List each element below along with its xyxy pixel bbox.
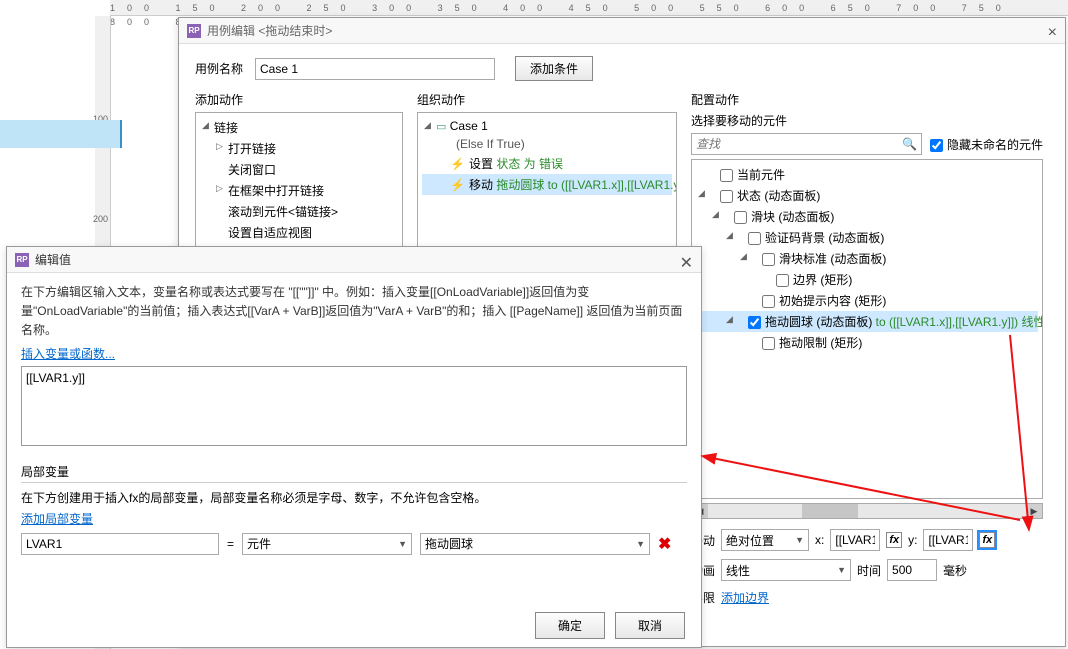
config-panel: 选择要移动的元件 🔍 隐藏未命名的元件 当前元件 ◢状态 (动态面板) ◢滑块 … [691, 112, 1043, 606]
org-action-header: 组织动作 [417, 91, 677, 108]
x-label: x: [815, 533, 824, 547]
fx-x-button[interactable]: fx [886, 532, 902, 548]
x-input[interactable] [830, 529, 880, 551]
insert-var-link[interactable]: 插入变量或函数... [21, 347, 115, 361]
dialog-title: 用例编辑 <拖动结束时> [207, 22, 332, 39]
local-var-help: 在下方创建用于插入fx的局部变量，局部变量名称必须是字母、数字，不允许包含空格。 [21, 489, 687, 506]
tree-slider[interactable]: ◢滑块 (动态面板) [696, 206, 1038, 227]
ruler-tick: 200 [93, 214, 108, 224]
tree-chk[interactable] [720, 169, 733, 182]
ruler-horizontal [110, 0, 1068, 16]
tree-init-hint[interactable]: 初始提示内容 (矩形) [696, 290, 1038, 311]
y-input[interactable] [923, 529, 973, 551]
widget-tree-hscroll[interactable]: ◀ ▶ [691, 503, 1043, 519]
scroll-right-icon[interactable]: ▶ [1026, 504, 1042, 518]
add-action-header: 添加动作 [195, 91, 403, 108]
org-action-panel: ◢▭ Case 1 (Else If True) ⚡设置 状态 为 错误 ⚡移动… [417, 112, 677, 260]
action-scroll-to[interactable]: 滚动到元件<锚链接> [200, 201, 398, 222]
local-var-header: 局部变量 [21, 463, 687, 480]
dialog-titlebar: RP 用例编辑 <拖动结束时> × [179, 18, 1065, 44]
action-group-link[interactable]: ◢链接 [200, 117, 398, 138]
close-icon[interactable]: × [1048, 24, 1057, 42]
tree-slider-std[interactable]: ◢滑块标准 (动态面板) [696, 248, 1038, 269]
action-set-adaptive[interactable]: 设置自适应视图 [200, 222, 398, 243]
org-condition: (Else If True) [422, 135, 672, 153]
org-action-move[interactable]: ⚡移动 拖动圆球 to ([[LVAR1.x]],[[LVAR1.y]]) 线性… [422, 174, 672, 195]
tree-chk[interactable] [748, 232, 761, 245]
tree-chk[interactable] [748, 316, 761, 329]
app-icon: RP [187, 24, 201, 38]
tree-chk[interactable] [762, 295, 775, 308]
local-var-target-select[interactable]: 拖动圆球▼ [420, 533, 650, 555]
tree-bg[interactable]: ◢验证码背景 (动态面板) [696, 227, 1038, 248]
anim-type-select[interactable]: 线性▼ [721, 559, 851, 581]
ok-button[interactable]: 确定 [535, 612, 605, 639]
tree-chk[interactable] [720, 190, 733, 203]
time-label: 时间 [857, 562, 881, 579]
tree-chk[interactable] [734, 211, 747, 224]
add-boundary-link[interactable]: 添加边界 [721, 589, 769, 606]
add-action-panel: ◢链接 ▷打开链接 关闭窗口 ▷在框架中打开链接 滚动到元件<锚链接> 设置自适… [195, 112, 403, 260]
cancel-button[interactable]: 取消 [615, 612, 685, 639]
local-var-name-input[interactable] [21, 533, 219, 555]
search-icon: 🔍 [898, 137, 921, 151]
tree-current[interactable]: 当前元件 [696, 164, 1038, 185]
tree-chk[interactable] [762, 337, 775, 350]
edit-value-help: 在下方编辑区输入文本，变量名称或表达式要写在 "[[""]]" 中。例如：插入变… [21, 283, 687, 341]
case-name-input[interactable] [255, 58, 495, 80]
dialog-titlebar: RP 编辑值 ✕ [7, 247, 701, 273]
org-case[interactable]: ◢▭ Case 1 [422, 117, 672, 135]
close-icon[interactable]: ✕ [680, 253, 693, 273]
edit-value-dialog: RP 编辑值 ✕ 在下方编辑区输入文本，变量名称或表达式要写在 "[[""]]"… [6, 246, 702, 648]
action-open-link[interactable]: ▷打开链接 [200, 138, 398, 159]
tree-chk[interactable] [762, 253, 775, 266]
add-condition-button[interactable]: 添加条件 [515, 56, 593, 81]
hide-unnamed-label[interactable]: 隐藏未命名的元件 [930, 136, 1043, 153]
action-close-window[interactable]: 关闭窗口 [200, 159, 398, 180]
widget-search-input[interactable] [692, 137, 898, 151]
y-label: y: [908, 533, 917, 547]
case-name-label: 用例名称 [195, 60, 255, 77]
local-var-type-select[interactable]: 元件▼ [242, 533, 412, 555]
tree-drag-ball[interactable]: ◢拖动圆球 (动态面板) to ([[LVAR1.x]],[[LVAR1.y]]… [696, 311, 1038, 332]
org-action-set[interactable]: ⚡设置 状态 为 错误 [422, 153, 672, 174]
add-local-var-link[interactable]: 添加局部变量 [21, 512, 93, 526]
action-open-in-frame[interactable]: ▷在框架中打开链接 [200, 180, 398, 201]
widget-search[interactable]: 🔍 [691, 133, 922, 155]
dialog-title: 编辑值 [35, 251, 71, 268]
select-widget-label: 选择要移动的元件 [691, 112, 1043, 129]
tree-border[interactable]: 边界 (矩形) [696, 269, 1038, 290]
tree-state[interactable]: ◢状态 (动态面板) [696, 185, 1038, 206]
delete-local-var-icon[interactable]: ✖ [658, 534, 671, 554]
scroll-thumb[interactable] [802, 504, 858, 518]
equals-label: = [227, 537, 234, 551]
move-type-select[interactable]: 绝对位置▼ [721, 529, 809, 551]
ms-label: 毫秒 [943, 562, 967, 579]
tree-chk[interactable] [776, 274, 789, 287]
config-action-header: 配置动作 [691, 91, 1043, 108]
canvas-shape [0, 120, 122, 148]
tree-drag-limit[interactable]: 拖动限制 (矩形) [696, 332, 1038, 353]
time-input[interactable] [887, 559, 937, 581]
expression-textarea[interactable]: [[LVAR1.y]] [21, 366, 687, 446]
hide-unnamed-checkbox[interactable] [930, 139, 943, 152]
fx-y-button[interactable]: fx [979, 532, 995, 548]
widget-tree: 当前元件 ◢状态 (动态面板) ◢滑块 (动态面板) ◢验证码背景 (动态面板)… [691, 159, 1043, 499]
app-icon: RP [15, 253, 29, 267]
